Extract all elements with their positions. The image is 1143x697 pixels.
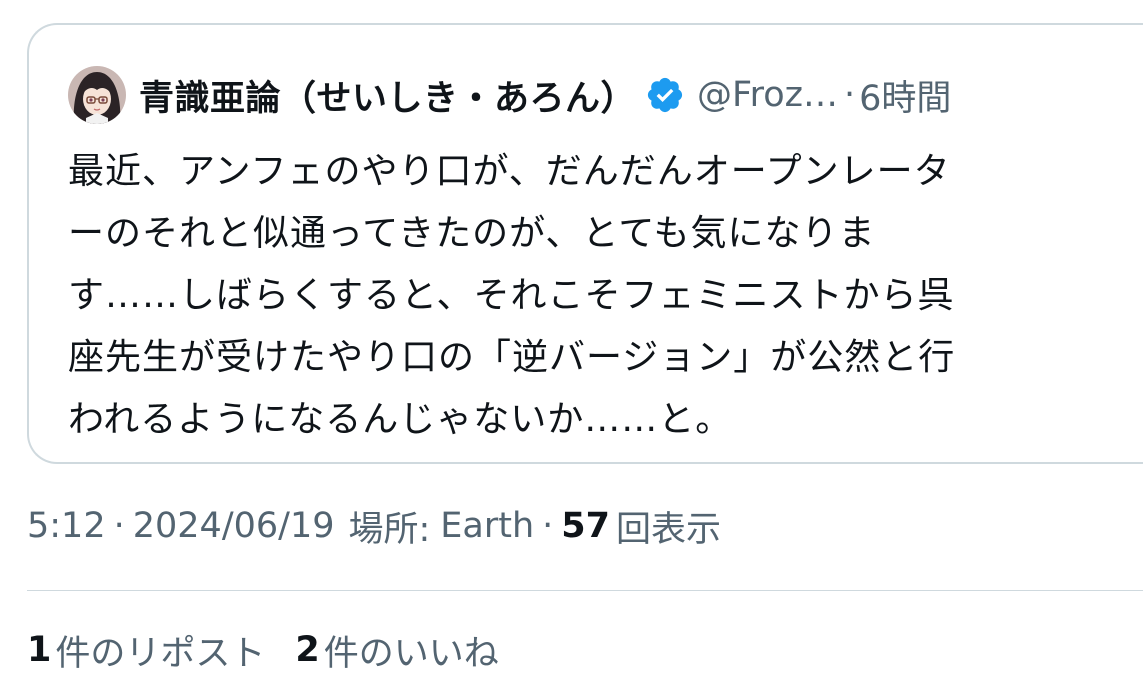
views-count: 57 [561, 506, 610, 546]
location-label: 場所: [348, 509, 431, 550]
likes-label: 件のいいね [323, 633, 499, 674]
likes-stat[interactable]: 2 件のいいね [295, 625, 498, 676]
author-handle[interactable]: @Froz… [697, 75, 838, 115]
tweet-text-line: 座先生が受けたやり口の「逆バージョン」が公然と行 [68, 337, 956, 378]
tweet-text-line: ーのそれと似通ってきたのが、とても気になりま [68, 213, 876, 254]
anime-girl-avatar-icon[interactable] [68, 66, 126, 124]
reposts-label: 件のリポスト [55, 633, 266, 674]
post-time[interactable]: 5:12 [27, 506, 106, 546]
tweet-text-line: す……しばらくすると、それこそフェミニストから呉 [68, 275, 955, 316]
header-separator: · [844, 75, 856, 115]
likes-count: 2 [295, 630, 320, 670]
verified-badge-icon [645, 75, 685, 115]
reposts-count: 1 [27, 630, 52, 670]
tweet-time-ago[interactable]: 6時間 [859, 70, 951, 121]
engagement-stats-row: 1 件のリポスト 2 件のいいね [27, 624, 529, 676]
tweet-text-line: われるようになるんじゃないか……と。 [68, 399, 733, 440]
divider [27, 590, 1143, 591]
meta-separator: · [542, 506, 554, 546]
author-display-name[interactable]: 青識亜論（せいしき・あろん） [139, 70, 636, 121]
tweet-text-line: 最近、アンフェのやり口が、だんだんオープンレータ [68, 151, 951, 192]
meta-separator: · [113, 506, 125, 546]
post-date[interactable]: 2024/06/19 [133, 506, 335, 546]
quoted-tweet-card[interactable]: 青識亜論（せいしき・あろん） @Froz… · 6時間 最近、アンフェのやり口が… [27, 23, 1143, 464]
quoted-tweet-text: 最近、アンフェのやり口が、だんだんオープンレータ ーのそれと似通ってきたのが、と… [68, 141, 1128, 451]
views-label: 回表示 [616, 509, 722, 550]
location-value: Earth [440, 506, 535, 546]
tweet-meta-row: 5:12 · 2024/06/19 場所: Earth · 57 回表示 [27, 500, 721, 552]
reposts-stat[interactable]: 1 件のリポスト [27, 625, 265, 676]
quoted-tweet-header: 青識亜論（せいしき・あろん） @Froz… · 6時間 [68, 63, 951, 127]
